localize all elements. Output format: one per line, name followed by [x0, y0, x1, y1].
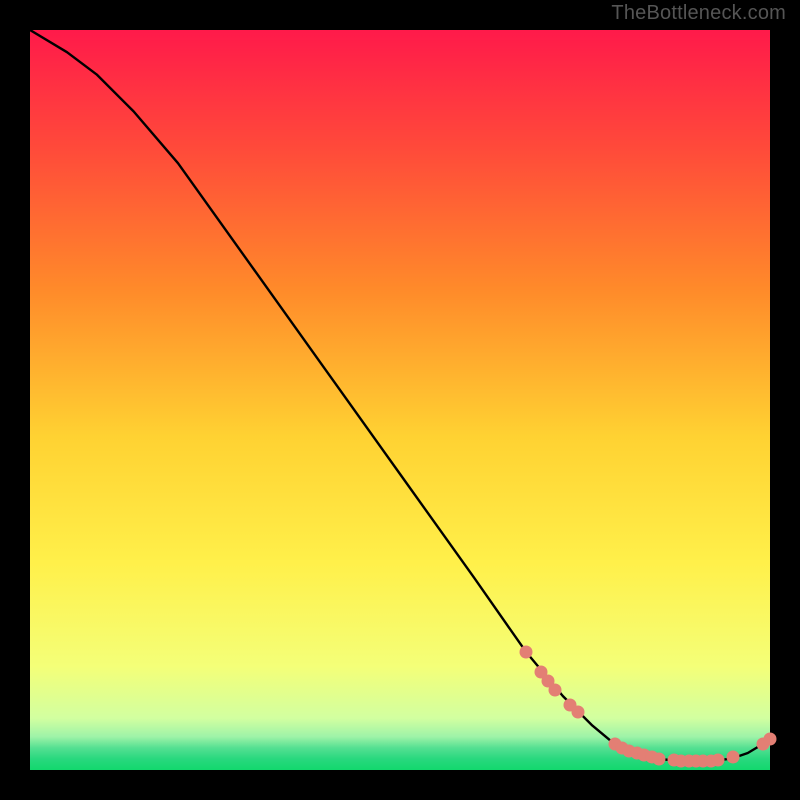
- chart-curve: [30, 30, 770, 770]
- data-marker: [712, 754, 725, 767]
- data-marker: [653, 752, 666, 765]
- chart-area: [30, 30, 770, 770]
- data-marker: [549, 684, 562, 697]
- data-marker: [519, 645, 532, 658]
- data-marker: [764, 732, 777, 745]
- watermark-text: TheBottleneck.com: [611, 2, 786, 25]
- data-marker: [571, 706, 584, 719]
- data-marker: [727, 751, 740, 764]
